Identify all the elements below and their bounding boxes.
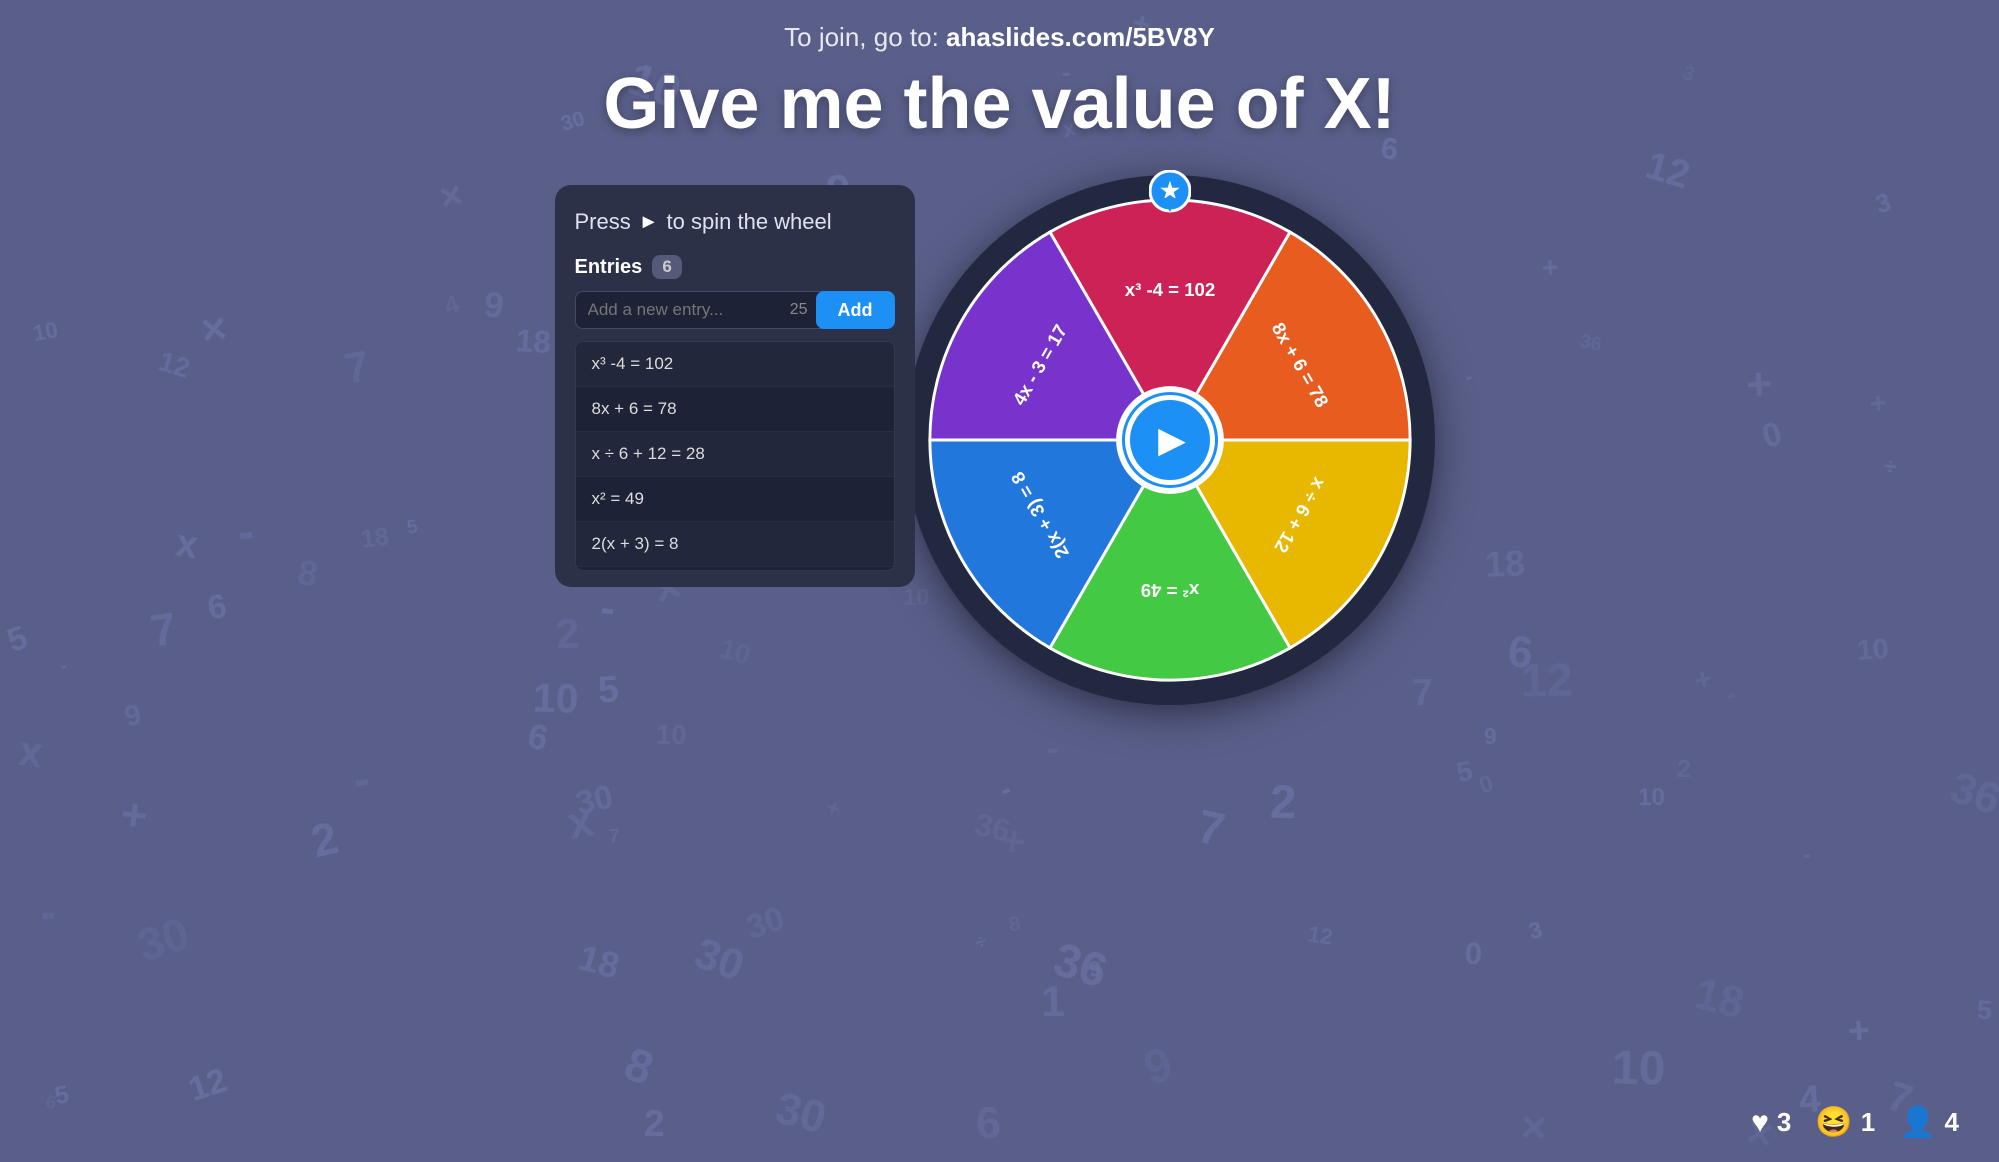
add-button[interactable]: Add [816,291,895,329]
bottom-status: ♥ 3 😆 1 👤 4 [1751,1105,1959,1140]
wheel-pin: ★ [1149,170,1191,226]
entries-row: Entries 6 [575,255,895,279]
join-url: ahaslides.com/5BV8Y [946,22,1215,52]
hearts-count: 3 [1777,1107,1791,1138]
laughs-count: 1 [1861,1107,1875,1138]
spin-arrow-icon: ► [639,211,659,234]
wheel-container: ★ x³ -4 = 1028x + 6 = 78x ÷ 6 + 12x² = 4… [895,165,1445,715]
main-content: To join, go to: ahaslides.com/5BV8Y Give… [0,0,1999,1162]
list-item: x ÷ 6 + 12 = 28 [576,432,894,477]
spin-label-prefix: Press [575,209,631,235]
join-bar: To join, go to: ahaslides.com/5BV8Y [784,22,1215,53]
list-item: 2(x + 3) = 8 [576,522,894,567]
entry-input[interactable] [575,291,830,329]
svg-text:x³ -4 = 102: x³ -4 = 102 [1124,279,1215,300]
list-item: x² = 49 [576,477,894,522]
list-item: x³ -4 = 102 [576,342,894,387]
spin-label: Press ► to spin the wheel [575,209,895,235]
entries-list[interactable]: x³ -4 = 1028x + 6 = 78x ÷ 6 + 12 = 28x² … [575,341,895,571]
users-count: 4 [1945,1107,1959,1138]
spin-panel: Press ► to spin the wheel Entries 6 25 A… [555,185,915,587]
heart-icon: ♥ [1751,1106,1769,1140]
hearts-status: ♥ 3 [1751,1106,1791,1140]
play-button[interactable] [1125,395,1215,485]
laughs-status: 😆 1 [1815,1105,1875,1140]
main-area: Press ► to spin the wheel Entries 6 25 A… [0,175,1999,715]
spin-label-suffix: to spin the wheel [667,209,832,235]
users-status: 👤 4 [1899,1105,1959,1140]
join-text-prefix: To join, go to: [784,22,946,52]
main-title: Give me the value of X! [603,63,1395,145]
entries-label: Entries [575,256,643,279]
svg-text:x² = 49: x² = 49 [1140,580,1198,601]
list-item: x - 5 = 17 [576,567,894,571]
input-row: 25 Add [575,291,895,329]
users-icon: 👤 [1899,1105,1936,1140]
list-item: 8x + 6 = 78 [576,387,894,432]
entries-count-badge: 6 [652,255,681,279]
laugh-icon: 😆 [1815,1105,1852,1140]
